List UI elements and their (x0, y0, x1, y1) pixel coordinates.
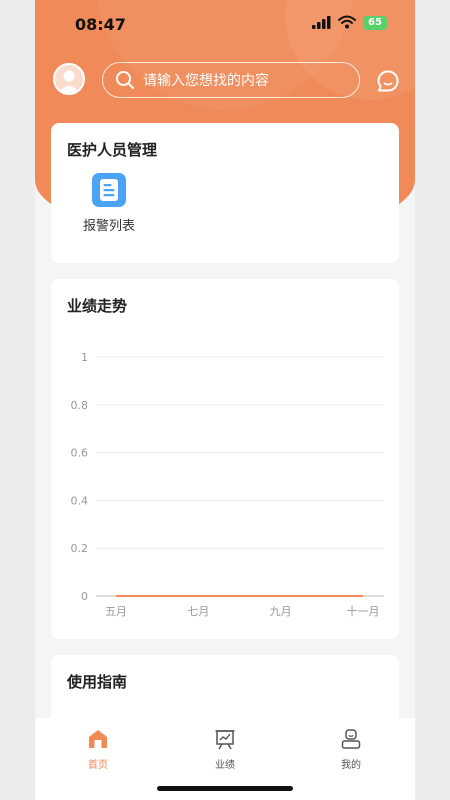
y-tick-label: 0 (81, 590, 88, 603)
battery-indicator: 65 (363, 16, 387, 30)
status-bar: 08:47 65 (35, 0, 415, 50)
avatar[interactable] (53, 63, 85, 95)
y-tick-label: 1 (81, 351, 88, 364)
user-guide-title: 使用指南 (67, 673, 128, 691)
profile-icon (341, 729, 361, 749)
y-tick-label: 0.2 (71, 542, 89, 555)
x-tick-label: 十一月 (347, 604, 380, 618)
tab-profile-label: 我的 (341, 760, 361, 771)
wifi-icon (338, 15, 356, 29)
y-tick-label: 0.6 (71, 447, 89, 460)
performance-trend-title: 业绩走势 (67, 297, 128, 315)
user-avatar-icon (58, 70, 80, 93)
home-icon (89, 730, 107, 748)
search-bar[interactable]: 请输入您想找的内容 (102, 62, 360, 98)
app-screen: 08:47 65 请输入您想找的内容 医护人员管理 报警列表 业绩走势 0 0.… (35, 0, 415, 800)
x-tick-label: 五月 (105, 605, 127, 618)
tab-performance-label: 业绩 (215, 760, 235, 771)
document-icon (92, 173, 126, 207)
message-icon[interactable] (376, 69, 400, 93)
alarm-list-button[interactable]: 报警列表 (79, 173, 139, 234)
home-indicator (157, 786, 293, 791)
tab-profile[interactable]: 我的 (321, 728, 381, 771)
y-tick-label: 0.4 (71, 494, 89, 507)
trend-chart: 0 0.2 0.4 0.6 0.8 1 五月 七月 九月 十一月 (71, 351, 384, 618)
y-tick-label: 0.8 (71, 399, 89, 412)
tab-home-label: 首页 (88, 760, 108, 771)
performance-trend-card: 业绩走势 0 0.2 0.4 0.6 0.8 1 五月 七月 九月 十一月 (51, 279, 399, 639)
x-tick-label: 九月 (270, 605, 292, 618)
search-placeholder: 请输入您想找的内容 (143, 73, 269, 89)
staff-management-card: 医护人员管理 报警列表 (51, 123, 399, 263)
presentation-chart-icon (215, 730, 235, 750)
staff-management-title: 医护人员管理 (67, 141, 158, 159)
alarm-list-label: 报警列表 (82, 219, 135, 234)
tab-home[interactable]: 首页 (68, 728, 128, 771)
x-tick-label: 七月 (187, 605, 209, 618)
tab-performance[interactable]: 业绩 (195, 728, 255, 771)
search-icon (116, 71, 134, 89)
status-time: 08:47 (75, 15, 126, 34)
signal-icon (312, 16, 331, 29)
